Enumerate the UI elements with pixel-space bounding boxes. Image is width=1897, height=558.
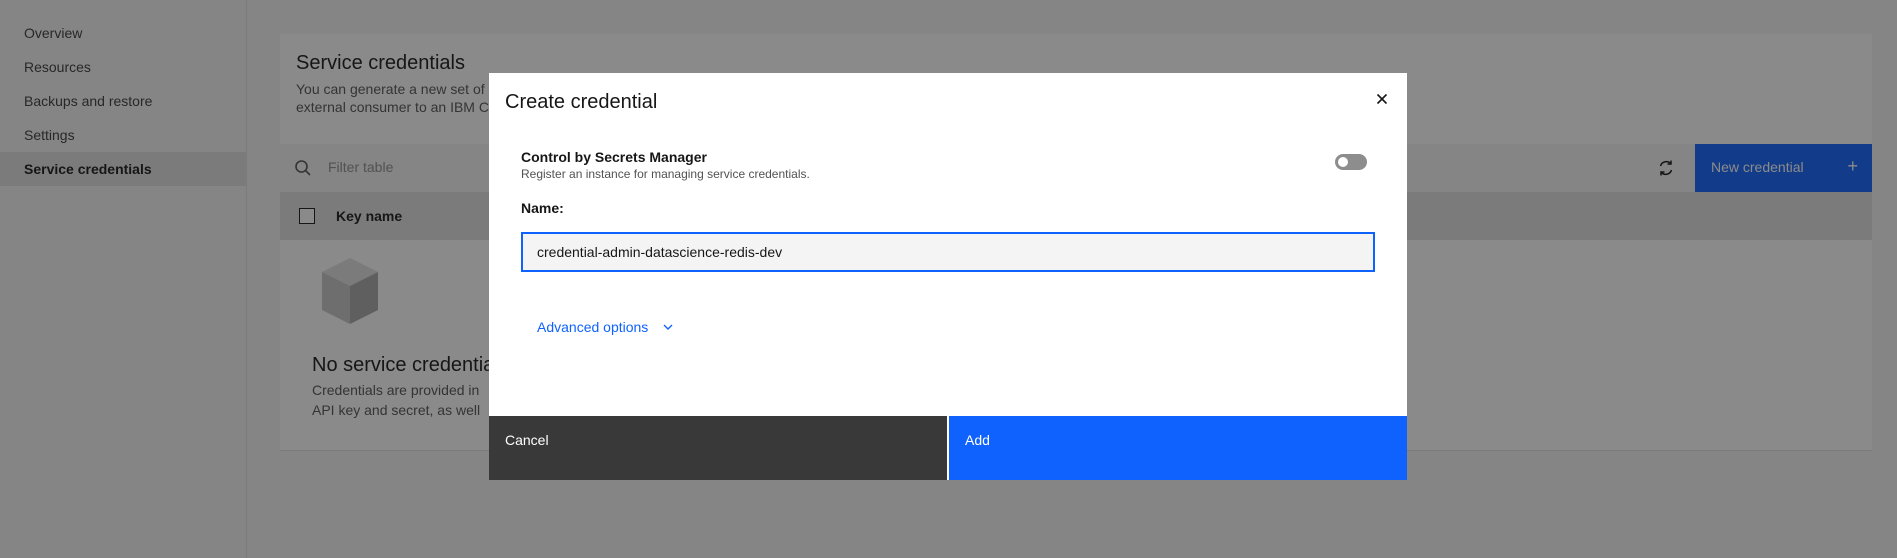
name-input[interactable] (521, 232, 1375, 272)
cancel-button[interactable]: Cancel (489, 416, 947, 480)
modal-footer: Cancel Add (489, 416, 1407, 480)
secrets-manager-toggle[interactable] (1335, 154, 1367, 170)
create-credential-modal: Create credential Control by Secrets Man… (489, 73, 1407, 480)
add-button[interactable]: Add (949, 416, 1407, 480)
toggle-description: Register an instance for managing servic… (521, 167, 810, 181)
name-label: Name: (521, 200, 564, 216)
toggle-knob (1338, 157, 1348, 167)
chevron-down-icon (663, 324, 673, 330)
modal-title: Create credential (505, 91, 658, 113)
close-icon[interactable] (1370, 87, 1394, 111)
advanced-options-label: Advanced options (537, 319, 649, 335)
toggle-label: Control by Secrets Manager (521, 149, 707, 165)
advanced-options-link[interactable]: Advanced options (537, 319, 673, 335)
